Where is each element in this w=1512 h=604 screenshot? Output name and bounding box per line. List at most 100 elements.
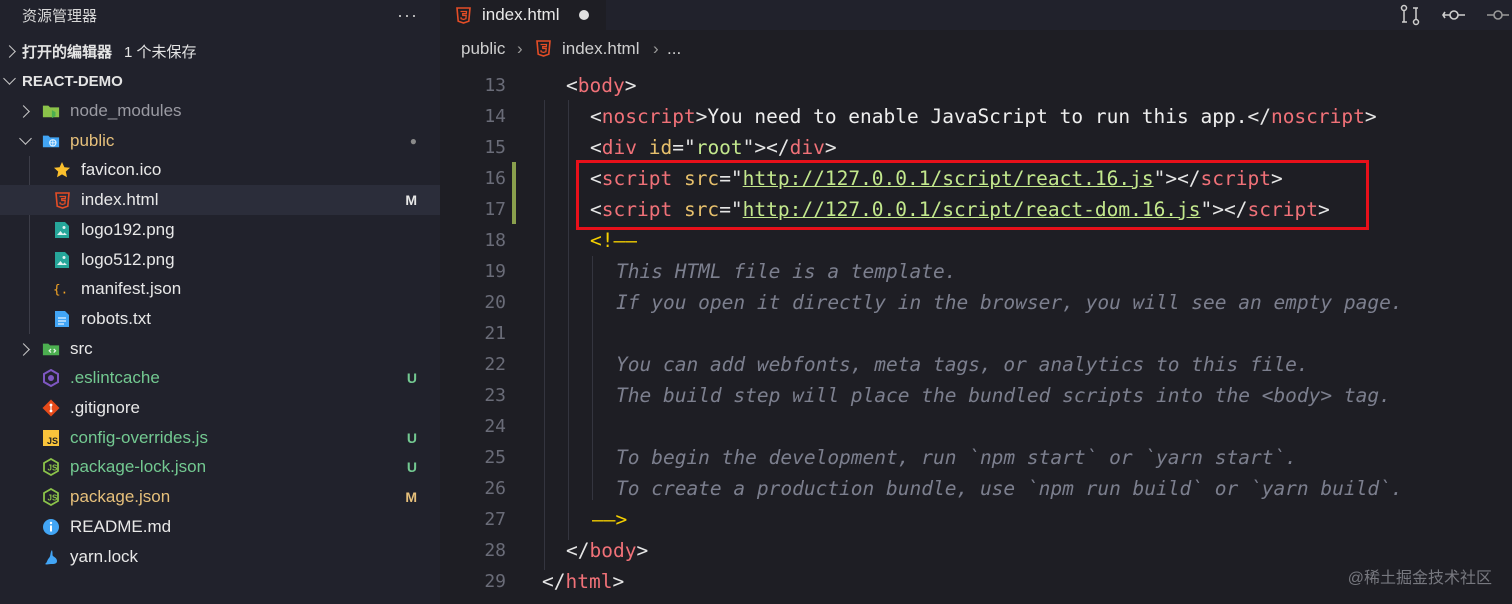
code-text: To create a production bundle, use `npm … bbox=[616, 477, 1403, 500]
file-tree-item[interactable]: {..} manifest.json bbox=[0, 274, 440, 304]
unsaved-count: 1 个未保存 bbox=[124, 43, 197, 61]
code-text: This HTML file is a template. bbox=[616, 260, 956, 283]
token-tag-bracket: < bbox=[590, 105, 602, 128]
folder-src-icon bbox=[42, 340, 60, 358]
star-icon bbox=[53, 161, 71, 179]
code-line[interactable]: 25 To begin the development, run `npm sta… bbox=[440, 442, 1512, 473]
git-status-badge: M bbox=[405, 192, 417, 209]
line-number: 13 bbox=[484, 75, 506, 96]
git-status-badge: U bbox=[406, 429, 417, 446]
file-tree-item[interactable]: JS package-lock.json U bbox=[0, 452, 440, 482]
breadcrumb-more[interactable]: ... bbox=[667, 39, 681, 59]
git-status-badge: U bbox=[406, 459, 417, 476]
code-line[interactable]: 26 To create a production bundle, use `np… bbox=[440, 473, 1512, 504]
open-editors-section[interactable]: 打开的编辑器 1 个未保存 bbox=[0, 36, 440, 66]
token-cmt: If you open it directly in the browser, … bbox=[616, 291, 1403, 314]
file-tree-item[interactable]: node_modules bbox=[0, 96, 440, 126]
code-line[interactable]: 15 <div id="root"></div> bbox=[440, 132, 1512, 163]
token-tag: html bbox=[565, 570, 613, 593]
token-cmt: The build step will place the bundled sc… bbox=[616, 384, 1391, 407]
token-tag-bracket: > bbox=[612, 570, 625, 593]
project-section[interactable]: REACT-DEMO bbox=[0, 66, 440, 96]
code-text: </body> bbox=[566, 539, 648, 562]
tab-label: index.html bbox=[482, 5, 560, 24]
file-name: logo512.png bbox=[81, 249, 175, 269]
chevron-down-icon bbox=[19, 131, 32, 145]
breadcrumb-file[interactable]: index.html bbox=[562, 39, 639, 59]
editor-area: index.html public › index.html › ... 13 <… bbox=[440, 0, 1512, 604]
file-name: package-lock.json bbox=[70, 457, 207, 477]
line-number: 20 bbox=[484, 292, 506, 313]
line-number: 21 bbox=[484, 323, 506, 344]
file-tree-item[interactable]: .eslintcache U bbox=[0, 363, 440, 393]
file-name: index.html bbox=[81, 190, 159, 210]
folder-node-icon bbox=[42, 102, 60, 120]
token-tag: body bbox=[577, 74, 625, 97]
code-line[interactable]: 27 ——> bbox=[440, 504, 1512, 535]
file-tree-item[interactable]: JS package.json M bbox=[0, 482, 440, 512]
code-text: ——> bbox=[592, 508, 627, 531]
file-tree-item[interactable]: JS config-overrides.js U bbox=[0, 423, 440, 453]
watermark: @稀土掘金技术社区 bbox=[1347, 570, 1492, 587]
line-number: 17 bbox=[484, 199, 506, 220]
json-icon: {..} bbox=[53, 280, 71, 298]
html5-icon bbox=[53, 191, 71, 209]
code-line[interactable]: 24 bbox=[440, 411, 1512, 442]
line-number: 19 bbox=[484, 261, 506, 282]
file-tree-item[interactable]: README.md bbox=[0, 512, 440, 542]
code-line[interactable]: 19 This HTML file is a template. bbox=[440, 256, 1512, 287]
token-plain: You need to enable JavaScript to run thi… bbox=[707, 105, 1248, 128]
code-line[interactable]: 20 If you open it directly in the browser… bbox=[440, 287, 1512, 318]
code-line[interactable]: 13 <body> bbox=[440, 70, 1512, 101]
code-line[interactable]: 22 You can add webfonts, meta tags, or an… bbox=[440, 349, 1512, 380]
code-text: <!—— bbox=[590, 229, 637, 252]
git-status-badge: U bbox=[406, 370, 417, 387]
token-tag-bracket: > bbox=[695, 105, 708, 128]
more-actions-icon[interactable]: ··· bbox=[397, 5, 418, 26]
line-number: 28 bbox=[484, 540, 506, 561]
info-icon bbox=[42, 518, 60, 536]
file-tree-item[interactable]: logo512.png bbox=[0, 245, 440, 275]
code-line[interactable]: 14 <noscript>You need to enable JavaScrip… bbox=[440, 101, 1512, 132]
js-icon: JS bbox=[42, 429, 60, 447]
line-number: 16 bbox=[484, 168, 506, 189]
explorer-sidebar: 资源管理器 ··· 打开的编辑器 1 个未保存 REACT-DEMO node_… bbox=[0, 0, 440, 604]
file-name: favicon.ico bbox=[81, 160, 162, 180]
line-number: 26 bbox=[484, 478, 506, 499]
file-tree-item[interactable]: logo192.png bbox=[0, 215, 440, 245]
eslint-icon bbox=[42, 369, 60, 388]
token-cmt: You can add webfonts, meta tags, or anal… bbox=[616, 353, 1309, 376]
token-attr: id bbox=[648, 136, 673, 159]
line-number: 18 bbox=[484, 230, 506, 251]
unsaved-dot-icon[interactable] bbox=[579, 10, 589, 20]
file-name: node_modules bbox=[70, 101, 182, 120]
file-tree-item[interactable]: index.html M bbox=[0, 185, 440, 216]
file-tree-item[interactable]: public ● bbox=[0, 126, 440, 156]
timeline-icon[interactable] bbox=[1442, 4, 1466, 31]
line-number: 14 bbox=[484, 106, 506, 127]
chevron-right-icon bbox=[17, 105, 30, 118]
file-tree-item[interactable]: yarn.lock bbox=[0, 542, 440, 572]
nodejs-icon: JS bbox=[42, 488, 60, 507]
file-tree-item[interactable]: src bbox=[0, 334, 440, 364]
tab-index-html[interactable]: index.html bbox=[440, 0, 606, 30]
code-text: <div id="root"></div> bbox=[590, 136, 837, 159]
file-tree-item[interactable]: .gitignore bbox=[0, 393, 440, 423]
code-line[interactable]: 23 The build step will place the bundled … bbox=[440, 380, 1512, 411]
file-tree-item[interactable]: favicon.ico bbox=[0, 155, 440, 185]
line-number: 23 bbox=[484, 385, 506, 406]
image-icon bbox=[53, 251, 71, 269]
git-commit-icon[interactable] bbox=[1486, 4, 1510, 31]
breadcrumb-folder[interactable]: public bbox=[461, 39, 505, 59]
token-tag-bracket: </ bbox=[566, 539, 590, 562]
token-tag: noscript bbox=[601, 105, 696, 128]
file-name: .gitignore bbox=[70, 398, 140, 417]
compare-changes-icon[interactable] bbox=[1400, 4, 1420, 31]
file-name: robots.txt bbox=[81, 308, 151, 328]
code-line[interactable]: 21 bbox=[440, 318, 1512, 349]
line-number: 15 bbox=[484, 137, 506, 158]
file-tree-item[interactable]: robots.txt bbox=[0, 304, 440, 334]
token-tag: div bbox=[789, 136, 825, 159]
svg-text:JS: JS bbox=[48, 464, 58, 473]
code-line[interactable]: 28 </body> bbox=[440, 535, 1512, 566]
